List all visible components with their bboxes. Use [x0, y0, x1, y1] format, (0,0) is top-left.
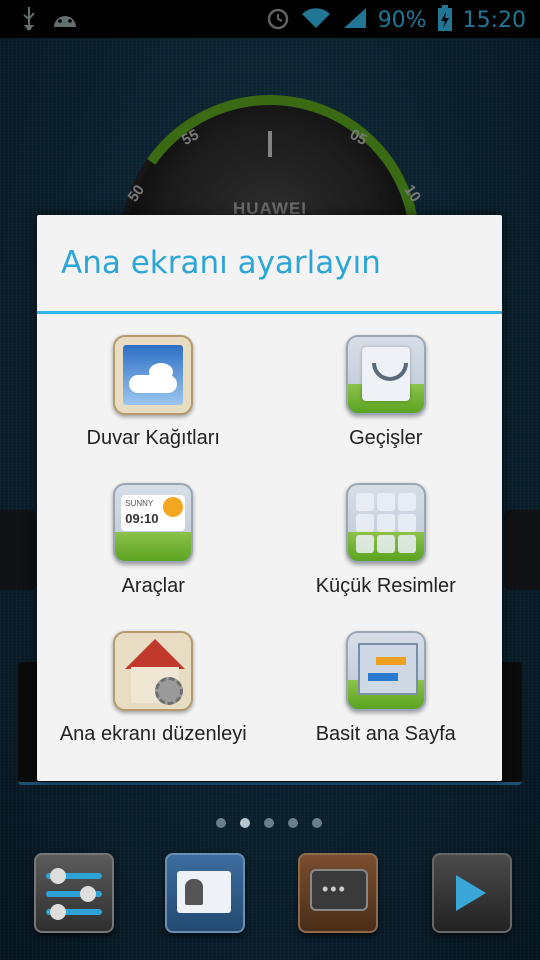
widget-icon-day: SUNNY: [125, 499, 154, 508]
simple-home-icon: [345, 631, 426, 711]
wallpaper-icon: [113, 335, 194, 415]
option-wallpapers[interactable]: Duvar Kağıtları: [37, 335, 270, 483]
page-dot: [264, 818, 274, 828]
option-label: Duvar Kağıtları: [86, 427, 220, 449]
option-transitions[interactable]: Geçişler: [270, 335, 503, 483]
page-dot: [312, 818, 322, 828]
options-grid: Duvar Kağıtları Geçişler SUNNY 09:10 Ara…: [37, 335, 502, 779]
widgets-icon: SUNNY 09:10: [113, 483, 194, 563]
option-simple-home[interactable]: Basit ana Sayfa: [270, 631, 503, 779]
thumbnails-icon: [345, 483, 426, 563]
play-store-icon[interactable]: [432, 853, 512, 933]
messages-icon[interactable]: •••: [298, 853, 378, 933]
edit-home-icon: [113, 631, 194, 711]
home-settings-dialog: Ana ekranı ayarlayın Duvar Kağıtları Geç…: [37, 215, 502, 781]
page-dot: [216, 818, 226, 828]
option-label: Basit ana Sayfa: [315, 723, 456, 745]
option-label: Geçişler: [349, 427, 423, 449]
dialog-divider: [37, 311, 502, 314]
dialog-title: Ana ekranı ayarlayın: [61, 245, 381, 281]
option-widgets[interactable]: SUNNY 09:10 Araçlar: [37, 483, 270, 631]
option-label: Ana ekranı düzenleyi: [59, 723, 247, 745]
page-dot: [288, 818, 298, 828]
dock: •••: [0, 845, 540, 945]
contacts-icon[interactable]: [165, 853, 245, 933]
widget-icon-time: 09:10: [125, 511, 159, 526]
transitions-icon: [345, 335, 426, 415]
option-label: Araçlar: [121, 575, 185, 597]
page-indicator: [216, 818, 322, 828]
option-thumbnails[interactable]: Küçük Resimler: [270, 483, 503, 631]
option-edit-home[interactable]: Ana ekranı düzenleyi: [37, 631, 270, 779]
settings-icon[interactable]: [34, 853, 114, 933]
page-dot-active: [240, 818, 250, 828]
option-label: Küçük Resimler: [315, 575, 456, 597]
